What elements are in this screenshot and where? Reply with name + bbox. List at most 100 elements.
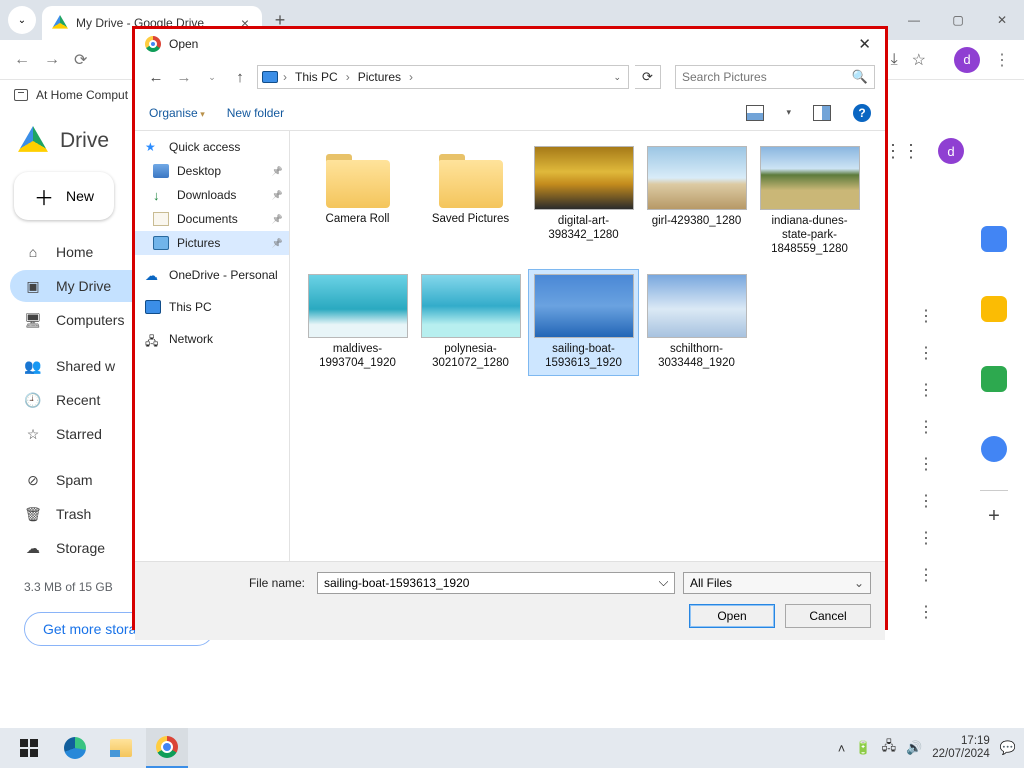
nav-recent-icon[interactable]: ⌄ <box>201 72 223 83</box>
kebab-icon[interactable]: ⋮ <box>915 454 937 491</box>
notifications-icon[interactable]: 💬 <box>1000 740 1016 756</box>
pictures-icon <box>153 236 169 250</box>
preview-pane-icon[interactable] <box>813 105 831 121</box>
tab-search-icon[interactable]: ⌄ <box>8 6 36 34</box>
calendar-icon[interactable] <box>981 226 1007 252</box>
volume-icon[interactable]: 🔊 <box>906 740 922 756</box>
battery-icon[interactable]: 🔋 <box>855 740 871 756</box>
kebab-icon[interactable]: ⋮ <box>915 565 937 602</box>
organise-menu[interactable]: Organise <box>149 106 205 120</box>
kebab-icon[interactable]: ⋮ <box>915 380 937 417</box>
nav-pictures[interactable]: Pictures <box>135 231 289 255</box>
computers-icon: 🖥 <box>24 312 42 329</box>
nav-label: Desktop <box>177 164 221 178</box>
kebab-icon[interactable]: ⋮ <box>915 343 937 380</box>
file-name-input[interactable] <box>317 572 675 594</box>
nav-downloads[interactable]: Downloads <box>135 183 289 207</box>
taskbar-edge[interactable] <box>54 728 96 768</box>
minimize-icon[interactable]: — <box>892 0 936 40</box>
dialog-body: ★Quick access Desktop Downloads Document… <box>135 131 885 561</box>
bookmark-favicon-icon <box>14 89 28 101</box>
taskbar-explorer[interactable] <box>100 728 142 768</box>
new-button-label: New <box>66 188 94 204</box>
file-item[interactable]: digital-art-398342_1280 <box>528 141 639 261</box>
maximize-icon[interactable]: ▢ <box>936 0 980 40</box>
nav-label: OneDrive - Personal <box>169 268 278 282</box>
search-box[interactable]: 🔍 <box>675 65 875 89</box>
forward-icon[interactable]: → <box>44 51 60 69</box>
open-button[interactable]: Open <box>689 604 775 628</box>
sidebar-label: My Drive <box>56 278 111 294</box>
file-item[interactable]: polynesia-3021072_1280 <box>415 269 526 376</box>
tray-overflow-icon[interactable]: ˄ <box>838 741 846 756</box>
location-bar[interactable]: › This PC › Pictures › ⌄ <box>257 65 629 89</box>
file-item[interactable]: Camera Roll <box>302 141 413 261</box>
nav-this-pc[interactable]: This PC <box>135 295 289 319</box>
nav-label: Quick access <box>169 140 240 154</box>
addons-plus-icon[interactable]: + <box>988 505 1000 528</box>
back-icon[interactable]: ← <box>14 51 30 69</box>
keep-icon[interactable] <box>981 296 1007 322</box>
trash-icon: 🗑 <box>24 506 42 523</box>
close-window-icon[interactable]: ✕ <box>980 0 1024 40</box>
nav-quick-access[interactable]: ★Quick access <box>135 135 289 159</box>
file-label: sailing-boat-1593613_1920 <box>533 343 634 371</box>
install-icon[interactable]: ⤓ <box>891 51 898 69</box>
kebab-icon[interactable]: ⋮ <box>915 491 937 528</box>
nav-back-icon[interactable]: ← <box>145 69 167 86</box>
nav-label: Network <box>169 332 213 346</box>
kebab-icon[interactable]: ⋮ <box>915 602 937 639</box>
file-item[interactable]: schilthorn-3033448_1920 <box>641 269 752 376</box>
file-item[interactable]: Saved Pictures <box>415 141 526 261</box>
bookmark-item[interactable]: At Home Comput <box>36 88 128 102</box>
system-tray: ˄ 🔋 🖧 🔊 17:19 22/07/2024 💬 <box>838 735 1016 761</box>
file-label: digital-art-398342_1280 <box>533 215 634 243</box>
nav-onedrive[interactable]: OneDrive - Personal <box>135 263 289 287</box>
search-icon[interactable]: 🔍 <box>852 69 868 85</box>
start-button[interactable] <box>8 728 50 768</box>
refresh-icon[interactable]: ⟳ <box>74 50 87 70</box>
nav-network[interactable]: Network <box>135 327 289 351</box>
network-icon[interactable]: 🖧 <box>882 737 897 759</box>
kebab-icon[interactable]: ⋮ <box>915 528 937 565</box>
breadcrumb-pictures[interactable]: Pictures <box>355 70 404 84</box>
bookmark-star-icon[interactable]: ☆ <box>912 50 926 70</box>
this-pc-icon <box>145 300 161 314</box>
sidebar-label: Trash <box>56 506 91 522</box>
profile-avatar[interactable]: d <box>954 47 980 73</box>
nav-documents[interactable]: Documents <box>135 207 289 231</box>
nav-desktop[interactable]: Desktop <box>135 159 289 183</box>
help-icon[interactable]: ? <box>853 104 871 122</box>
new-button[interactable]: ＋ New <box>14 172 114 220</box>
sidebar-label: Recent <box>56 392 100 408</box>
location-dropdown-icon[interactable]: ⌄ <box>610 72 624 83</box>
contacts-icon[interactable] <box>981 436 1007 462</box>
dialog-title: Open <box>169 37 198 51</box>
view-options-icon[interactable] <box>746 105 764 121</box>
file-item[interactable]: sailing-boat-1593613_1920 <box>528 269 639 376</box>
account-avatar[interactable]: d <box>938 138 964 164</box>
file-item[interactable]: girl-429380_1280 <box>641 141 752 261</box>
taskbar-chrome[interactable] <box>146 728 188 768</box>
kebab-icon[interactable]: ⋮ <box>915 417 937 454</box>
file-item[interactable]: maldives-1993704_1920 <box>302 269 413 376</box>
nav-up-icon[interactable]: ↑ <box>229 69 251 86</box>
file-item[interactable]: indiana-dunes-state-park-1848559_1280 <box>754 141 865 261</box>
clock[interactable]: 17:19 22/07/2024 <box>932 735 990 761</box>
nav-forward-icon[interactable]: → <box>173 69 195 86</box>
dialog-close-icon[interactable]: ✕ <box>854 35 875 53</box>
kebab-icon[interactable]: ⋮ <box>915 306 937 343</box>
clock-date: 22/07/2024 <box>932 748 990 761</box>
tasks-icon[interactable] <box>981 366 1007 392</box>
drive-favicon-icon <box>52 15 68 31</box>
chrome-menu-icon[interactable]: ⋮ <box>994 50 1010 70</box>
view-dropdown-icon[interactable]: ▾ <box>786 107 791 118</box>
drive-icon: ▣ <box>24 278 42 295</box>
cancel-button[interactable]: Cancel <box>785 604 871 628</box>
new-folder-button[interactable]: New folder <box>227 106 284 120</box>
location-refresh-icon[interactable]: ⟳ <box>635 65 661 89</box>
clock-time: 17:19 <box>932 735 990 748</box>
file-type-select[interactable]: All Files <box>683 572 871 594</box>
breadcrumb-this-pc[interactable]: This PC <box>292 70 341 84</box>
search-input[interactable] <box>682 70 852 84</box>
